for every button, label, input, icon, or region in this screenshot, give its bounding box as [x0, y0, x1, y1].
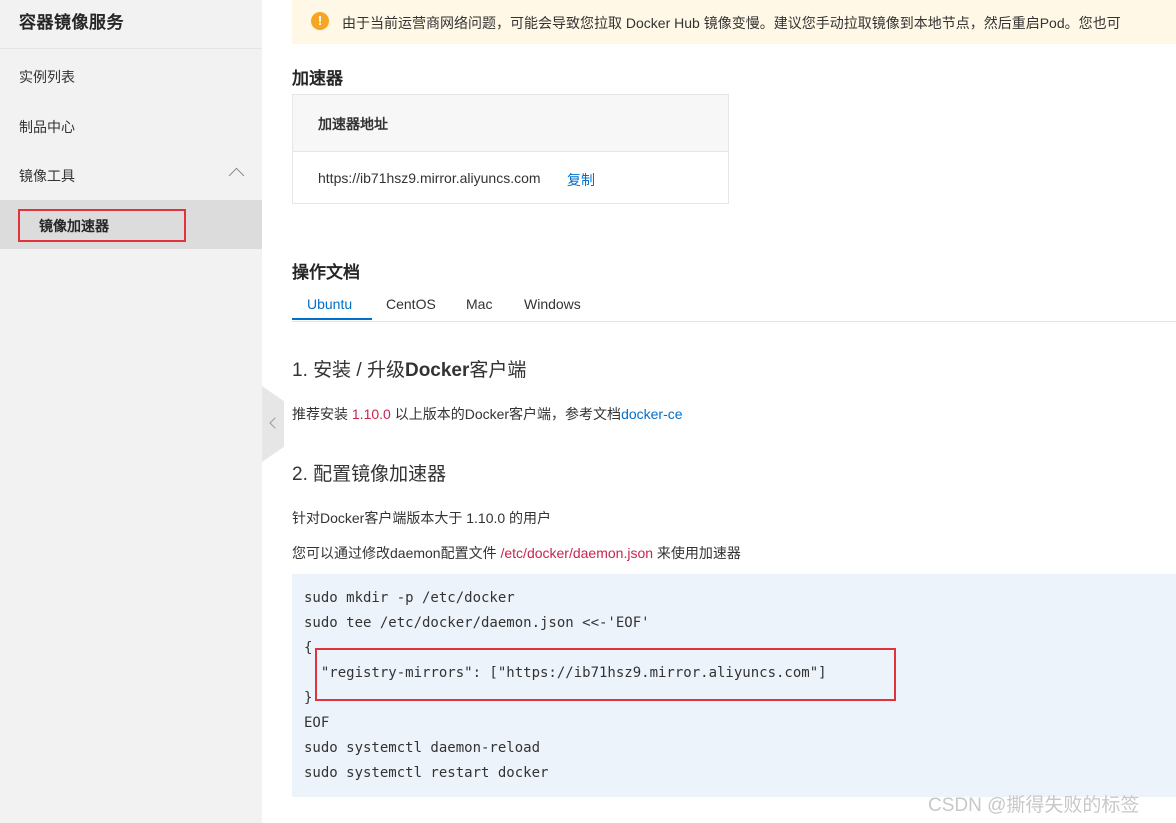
sidebar-item-label: 实例列表 [19, 69, 75, 85]
step1-title-suffix: 客户端 [469, 360, 527, 381]
active-tab-indicator [292, 318, 372, 320]
accelerator-heading: 加速器 [292, 69, 343, 88]
copy-link[interactable]: 复制 [567, 170, 595, 190]
tab-ubuntu[interactable]: Ubuntu [307, 296, 352, 312]
daemon-json-path: /etc/docker/daemon.json [500, 545, 654, 561]
sidebar-item-label: 镜像工具 [19, 168, 75, 184]
step1-text-before: 推荐安装 [292, 406, 352, 422]
tab-mac[interactable]: Mac [466, 296, 492, 312]
os-tabs: Ubuntu CentOS Mac Windows [292, 288, 1176, 322]
chevron-up-icon [228, 167, 245, 184]
sidebar-item-artifacts[interactable]: 制品中心 [0, 102, 262, 152]
step2-line2: 您可以通过修改daemon配置文件 /etc/docker/daemon.jso… [292, 543, 741, 563]
code-line: { [304, 640, 313, 656]
accelerator-card-header: 加速器地址 [293, 95, 728, 152]
code-line: sudo systemctl restart docker [304, 765, 549, 781]
step1-text-after: 以上版本的Docker客户端，参考文档 [390, 406, 622, 422]
warning-icon: ! [311, 12, 329, 30]
sidebar-item-label: 镜像加速器 [39, 218, 109, 234]
sidebar-item-mirror-accelerator[interactable]: 镜像加速器 [0, 200, 262, 249]
tab-centos[interactable]: CentOS [386, 296, 436, 312]
accelerator-card: 加速器地址 https://ib71hsz9.mirror.aliyuncs.c… [292, 94, 729, 204]
watermark: CSDN @撕得失败的标签 [928, 795, 1140, 816]
step1-version: 1.10.0 [351, 406, 391, 422]
code-line: sudo systemctl daemon-reload [304, 740, 541, 756]
step2-line2-after: 来使用加速器 [653, 545, 741, 561]
sidebar-title: 容器镜像服务 [19, 13, 124, 32]
sidebar-item-instances[interactable]: 实例列表 [0, 52, 262, 102]
accelerator-url: https://ib71hsz9.mirror.aliyuncs.com [318, 170, 541, 186]
sidebar-item-label: 制品中心 [19, 119, 75, 135]
tab-windows[interactable]: Windows [524, 296, 581, 312]
step2-title: 2. 配置镜像加速器 [292, 464, 447, 485]
code-line: } [304, 690, 313, 706]
code-line: EOF [304, 715, 330, 731]
sidebar: 容器镜像服务 实例列表 制品中心 镜像工具 镜像加速器 [0, 0, 262, 823]
docker-ce-link[interactable]: docker-ce [621, 406, 682, 422]
step1-title-prefix: 1. 安装 / 升级 [292, 360, 405, 381]
warning-alert: ! 由于当前运营商网络问题，可能会导致您拉取 Docker Hub 镜像变慢。建… [292, 0, 1176, 44]
step1-title-bold: Docker [404, 360, 470, 381]
sidebar-divider [0, 48, 262, 49]
code-block[interactable]: sudo mkdir -p /etc/docker sudo tee /etc/… [292, 574, 1176, 797]
step1-title: 1. 安装 / 升级Docker客户端 [292, 355, 526, 382]
code-line: sudo mkdir -p /etc/docker [304, 590, 515, 606]
accelerator-address-label: 加速器地址 [318, 116, 388, 132]
code-line: sudo tee /etc/docker/daemon.json <<-'EOF… [304, 615, 650, 631]
docs-heading: 操作文档 [292, 263, 360, 282]
alert-text: 由于当前运营商网络问题，可能会导致您拉取 Docker Hub 镜像变慢。建议您… [342, 15, 1121, 31]
code-line: "registry-mirrors": ["https://ib71hsz9.m… [304, 665, 827, 681]
sidebar-group-image-tools[interactable]: 镜像工具 [0, 151, 262, 201]
step1-text: 推荐安装 1.10.0 以上版本的Docker客户端，参考文档docker-ce [292, 404, 683, 424]
step2-line1: 针对Docker客户端版本大于 1.10.0 的用户 [292, 510, 552, 526]
step2-line2-before: 您可以通过修改daemon配置文件 [292, 545, 501, 561]
